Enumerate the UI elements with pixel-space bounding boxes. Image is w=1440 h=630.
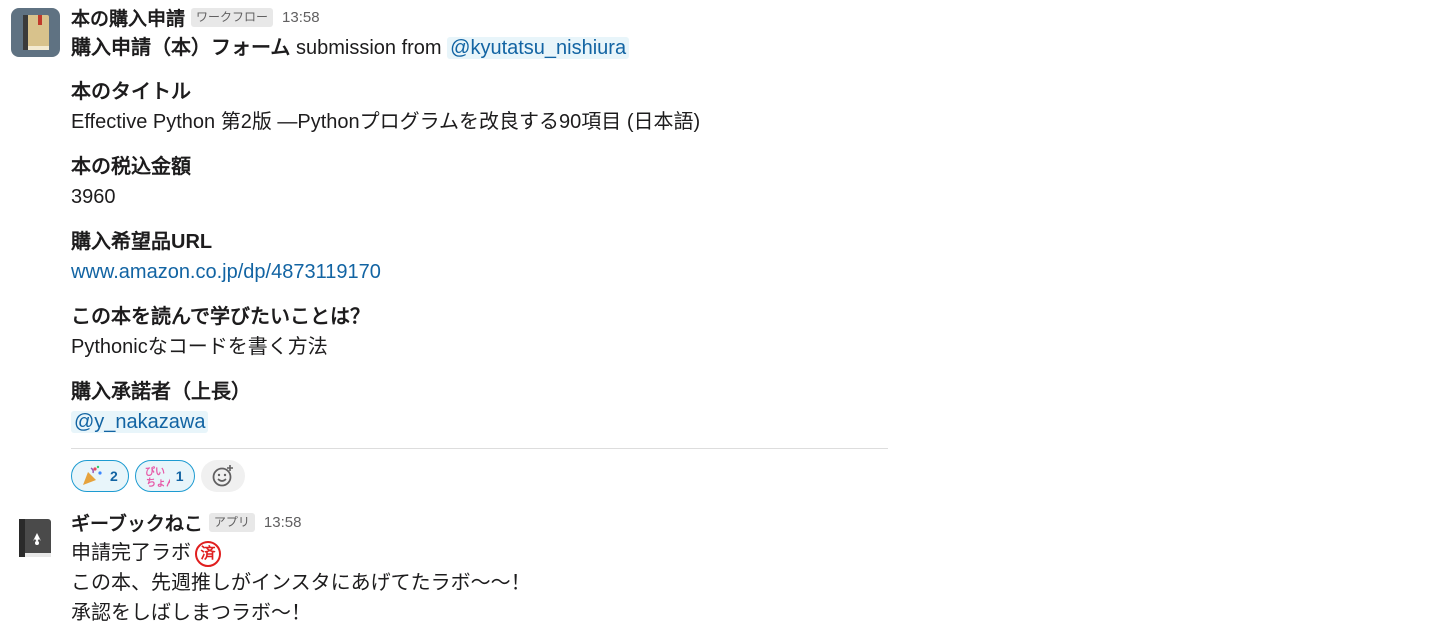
field-value: Effective Python 第2版 ―Pythonプログラムを改良する90… [71,111,701,133]
field-approver: 購入承諾者（上長） @y_nakazawa [71,377,251,437]
book-cat-avatar[interactable] [11,513,60,562]
timestamp[interactable]: 13:58 [282,9,320,26]
book-workflow-avatar[interactable] [11,8,60,57]
book-url-link[interactable]: www.amazon.co.jp/dp/4873119170 [71,257,381,287]
message-line: 承認をしばしまつラボ〜！ [71,602,311,624]
field-label: 購入承諾者（上長） [71,381,251,403]
reaction-piyun[interactable]: ぴい ちょん 1 [134,460,195,492]
sender-name[interactable]: ギーブックねこ [71,509,203,536]
form-title: 購入申請（本）フォーム [71,37,291,59]
field-url: 購入希望品URL www.amazon.co.jp/dp/4873119170 [71,227,381,287]
dark-book-icon [19,519,51,557]
message-app: ギーブックねこ アプリ 13:58 申請完了ラボ済 この本、先週推しがインスタに… [0,505,1440,630]
book-icon [23,15,49,50]
field-label: 購入希望品URL [71,231,213,253]
submission-text: submission from [295,37,442,59]
reaction-count: 2 [110,468,118,484]
message-workflow: 本の購入申請 ワークフロー 13:58 購入申請（本）フォーム submissi… [0,0,1440,500]
field-value: Pythonicなコードを書く方法 [71,336,328,358]
field-label: この本を読んで学びたいことは？ [71,306,370,328]
submitter-mention[interactable]: @kyutatsu_nishiura [447,37,630,59]
svg-text:ぴい: ぴい [145,465,165,478]
workflow-badge: ワークフロー [191,7,274,27]
done-stamp-icon: 済 [195,540,221,567]
field-value: 3960 [71,186,116,208]
add-emoji-icon [212,465,233,487]
field-book-title: 本のタイトル Effective Python 第2版 ―Pythonプログラム… [71,77,700,137]
field-price: 本の税込金額 3960 [71,152,191,212]
svg-text:ちょん: ちょん [146,477,170,488]
message-line: この本、先週推しがインスタにあげてたラボ〜〜！ [71,572,531,594]
sender-name[interactable]: 本の購入申請 [71,4,185,31]
field-learning-goal: この本を読んで学びたいことは？ Pythonicなコードを書く方法 [71,302,370,362]
app-badge: アプリ [208,512,255,532]
reactions-bar: 2 ぴい ちょん 1 [71,460,245,492]
reaction-count: 1 [175,468,184,484]
field-label: 本の税込金額 [71,156,191,178]
message-line: 申請完了ラボ [71,542,191,564]
field-label: 本のタイトル [71,81,191,103]
add-reaction-button[interactable] [200,460,245,492]
timestamp[interactable]: 13:58 [264,514,302,531]
approver-mention[interactable]: @y_nakazawa [71,411,209,433]
piyun-text-icon: ぴい ちょん [145,465,170,488]
divider [71,448,888,449]
reaction-party-popper[interactable]: 2 [71,460,129,492]
party-popper-icon [83,465,102,485]
